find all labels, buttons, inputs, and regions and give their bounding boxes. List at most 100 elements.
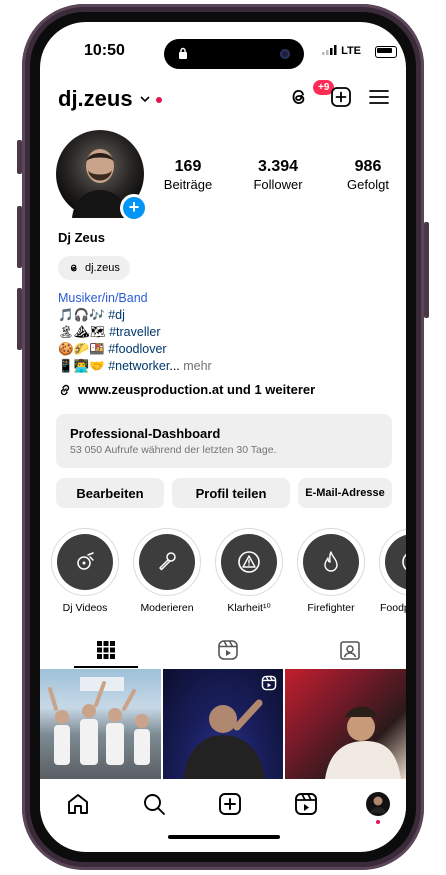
- threads-handle: dj.zeus: [85, 262, 120, 274]
- highlight-firefighter[interactable]: Firefighter: [294, 528, 368, 614]
- highlight-klarheit[interactable]: Klarheit¹⁰: [212, 528, 286, 614]
- threads-icon[interactable]: [286, 84, 312, 110]
- stat-followers-label: Follower: [253, 177, 303, 192]
- content-tabs: [40, 632, 406, 668]
- highlight-ring: [133, 528, 201, 596]
- highlight-cover: [139, 534, 195, 590]
- email-button[interactable]: E-Mail-Adresse: [298, 478, 392, 508]
- flame-icon: [324, 551, 338, 572]
- highlight-label: Dj Videos: [62, 602, 108, 614]
- profile-full-name: Dj Zeus: [58, 230, 105, 245]
- stat-following[interactable]: 986 Gefolgt: [328, 158, 406, 192]
- hashtag-traveller[interactable]: #traveller: [109, 325, 160, 339]
- active-tab-indicator: [74, 666, 138, 668]
- stat-posts-value: 169: [174, 158, 202, 175]
- profile-bio: Musiker/in/Band 🎵🎧🎶 #dj 🏝⛰🗺 #traveller 🍪…: [58, 290, 398, 375]
- tab-reels[interactable]: [167, 632, 289, 668]
- bio-emoji-4: 📱👨‍💻🤝: [58, 359, 105, 373]
- bottom-navigation: [40, 780, 406, 830]
- volume-down-button: [17, 288, 22, 350]
- threads-profile-link[interactable]: dj.zeus: [58, 256, 130, 280]
- highlight-cover: [303, 534, 359, 590]
- volume-up-button: [17, 206, 22, 268]
- stat-following-value: 986: [354, 158, 382, 175]
- tab-tagged[interactable]: [289, 632, 406, 668]
- professional-dashboard[interactable]: Professional-Dashboard 53 050 Aufrufe wä…: [56, 414, 392, 468]
- reel-badge-icon: [262, 675, 277, 691]
- new-post-icon[interactable]: [216, 790, 244, 818]
- microphone-icon: [159, 552, 176, 571]
- battery-icon: [375, 46, 397, 58]
- create-post-icon[interactable]: [328, 84, 354, 110]
- lock-icon: [178, 47, 188, 59]
- reels-nav-icon[interactable]: [292, 790, 320, 818]
- home-icon[interactable]: [64, 790, 92, 818]
- dynamic-island: [164, 39, 304, 69]
- signal-bars-icon: [322, 45, 337, 55]
- mute-switch: [17, 140, 22, 174]
- dashboard-title: Professional-Dashboard: [70, 426, 221, 441]
- share-profile-button[interactable]: Profil teilen: [172, 478, 290, 508]
- tab-posts-grid[interactable]: [45, 632, 167, 668]
- status-time: 10:50: [84, 42, 125, 59]
- website-link[interactable]: www.zeusproduction.at und 1 weiterer: [58, 382, 315, 397]
- highlight-ring: [51, 528, 119, 596]
- stat-followers[interactable]: 3.394 Follower: [238, 158, 318, 192]
- highlight-dj-videos[interactable]: Dj Videos: [48, 528, 122, 614]
- search-icon[interactable]: [140, 790, 168, 818]
- posts-grid: [40, 669, 406, 779]
- bio-emoji-1: 🎵🎧🎶: [58, 308, 105, 322]
- warning-icon: [238, 551, 260, 573]
- post-thumbnail[interactable]: [285, 669, 406, 779]
- hashtag-networker[interactable]: #networker: [108, 359, 169, 373]
- dj-icon: [77, 552, 94, 570]
- menu-icon[interactable]: [366, 84, 392, 110]
- highlight-moderieren[interactable]: Moderieren: [130, 528, 204, 614]
- highlight-foodporn[interactable]: Foodpo: [376, 528, 406, 614]
- profile-header: dj.zeus +9: [40, 78, 406, 116]
- notification-dot: [156, 97, 162, 103]
- bio-line-3: 🍪🌮🍱 #foodlover: [58, 341, 398, 358]
- highlight-cover: [221, 534, 277, 590]
- bio-ellipsis: ...: [169, 359, 180, 373]
- hashtag-dj[interactable]: #dj: [108, 308, 125, 322]
- stat-following-label: Gefolgt: [347, 177, 389, 192]
- threads-small-icon: [70, 264, 77, 272]
- tagged-icon: [340, 641, 360, 660]
- profile-avatar-icon[interactable]: [364, 790, 392, 818]
- grid-icon: [97, 641, 115, 659]
- bio-line-4: 📱👨‍💻🤝 #networker... mehr: [58, 358, 398, 375]
- app-screen: 10:50 LTE dj.zeus +9 + 169 Beiträge 3.39…: [40, 22, 406, 852]
- warning-icon: [402, 553, 406, 571]
- chevron-down-icon[interactable]: [140, 92, 150, 106]
- bio-category: Musiker/in/Band: [58, 291, 148, 305]
- bio-emoji-2: 🏝⛰🗺: [58, 325, 106, 339]
- dashboard-subtitle: 53 050 Aufrufe während der letzten 30 Ta…: [70, 444, 277, 456]
- profile-notification-dot: [376, 820, 380, 824]
- status-bar: 10:50 LTE: [40, 22, 406, 76]
- camera-icon: [280, 49, 290, 59]
- stat-posts[interactable]: 169 Beiträge: [148, 158, 228, 192]
- home-indicator[interactable]: [168, 835, 280, 839]
- bio-emoji-3: 🍪🌮🍱: [58, 342, 105, 356]
- highlight-ring: [297, 528, 365, 596]
- signal-indicator: LTE: [322, 45, 361, 57]
- add-story-button[interactable]: +: [120, 194, 148, 222]
- hashtag-foodlover[interactable]: #foodlover: [108, 342, 166, 356]
- stat-followers-value: 3.394: [257, 158, 299, 175]
- highlight-cover: [57, 534, 113, 590]
- post-photo-stage: [325, 706, 402, 779]
- highlight-ring: [379, 528, 406, 596]
- bio-line-2: 🏝⛰🗺 #traveller: [58, 324, 398, 341]
- highlight-label: Moderieren: [140, 602, 194, 614]
- power-button: [424, 222, 429, 318]
- bio-more-link[interactable]: mehr: [180, 359, 211, 373]
- stat-posts-label: Beiträge: [163, 177, 213, 192]
- edit-profile-button[interactable]: Bearbeiten: [56, 478, 164, 508]
- highlight-label: Foodpo: [380, 602, 406, 614]
- post-thumbnail[interactable]: [40, 669, 161, 779]
- username-switcher[interactable]: dj.zeus: [58, 86, 133, 112]
- reels-icon: [218, 640, 238, 660]
- post-thumbnail[interactable]: [162, 669, 284, 779]
- link-icon: [60, 384, 70, 395]
